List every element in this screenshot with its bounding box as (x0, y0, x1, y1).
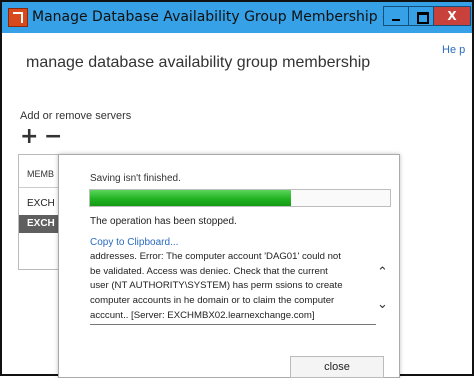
progress-bar (89, 189, 391, 207)
help-link[interactable]: He p (442, 44, 465, 56)
error-line: be validated. Access was deniec. Check t… (90, 265, 328, 277)
remove-server-button[interactable]: − (44, 126, 62, 148)
error-details-box[interactable]: addresses. Error: The computer account '… (90, 250, 376, 325)
error-text: addresses. Error: The computer account '… (90, 250, 376, 324)
list-item[interactable]: EXCH (27, 198, 55, 209)
error-line: acccunt.. [Server: EXCHMBX02.learnexchan… (90, 309, 315, 321)
copy-to-clipboard-link[interactable]: Copy to Clipboard... (90, 237, 178, 248)
status-text: Saving isn't finished. (90, 173, 181, 184)
error-line: addresses. Error: The computer account '… (90, 251, 341, 262)
section-label: Add or remove servers (20, 110, 132, 122)
error-line: computer accounts in he domain or to cla… (90, 295, 335, 307)
title-bar[interactable]: Manage Database Availability Group Membe… (2, 2, 472, 33)
error-line: user (NT AUTHORITY\SYSTEM) has perm ssio… (90, 280, 343, 292)
maximize-button[interactable] (408, 6, 434, 26)
app-window: Manage Database Availability Group Membe… (0, 0, 474, 378)
exchange-app-icon (8, 8, 28, 27)
minimize-icon (392, 19, 400, 21)
minimize-button[interactable] (383, 6, 409, 26)
scroll-up-icon[interactable]: ⌃ (377, 265, 388, 280)
list-item-label: EXCH (27, 218, 55, 229)
page-title: manage database availability group membe… (26, 54, 371, 71)
saving-dialog: Saving isn't finished. The operation has… (58, 154, 400, 378)
stopped-message: The operation has been stopped. (90, 216, 237, 227)
close-window-button[interactable]: X (433, 6, 471, 26)
list-column-header[interactable]: MEMB (27, 169, 54, 179)
scroll-down-icon[interactable]: ⌄ (377, 297, 388, 312)
close-icon: X (447, 9, 457, 23)
progress-fill (90, 190, 291, 206)
maximize-icon (417, 12, 429, 24)
add-server-button[interactable]: + (20, 126, 38, 148)
close-button[interactable]: close (290, 356, 384, 378)
